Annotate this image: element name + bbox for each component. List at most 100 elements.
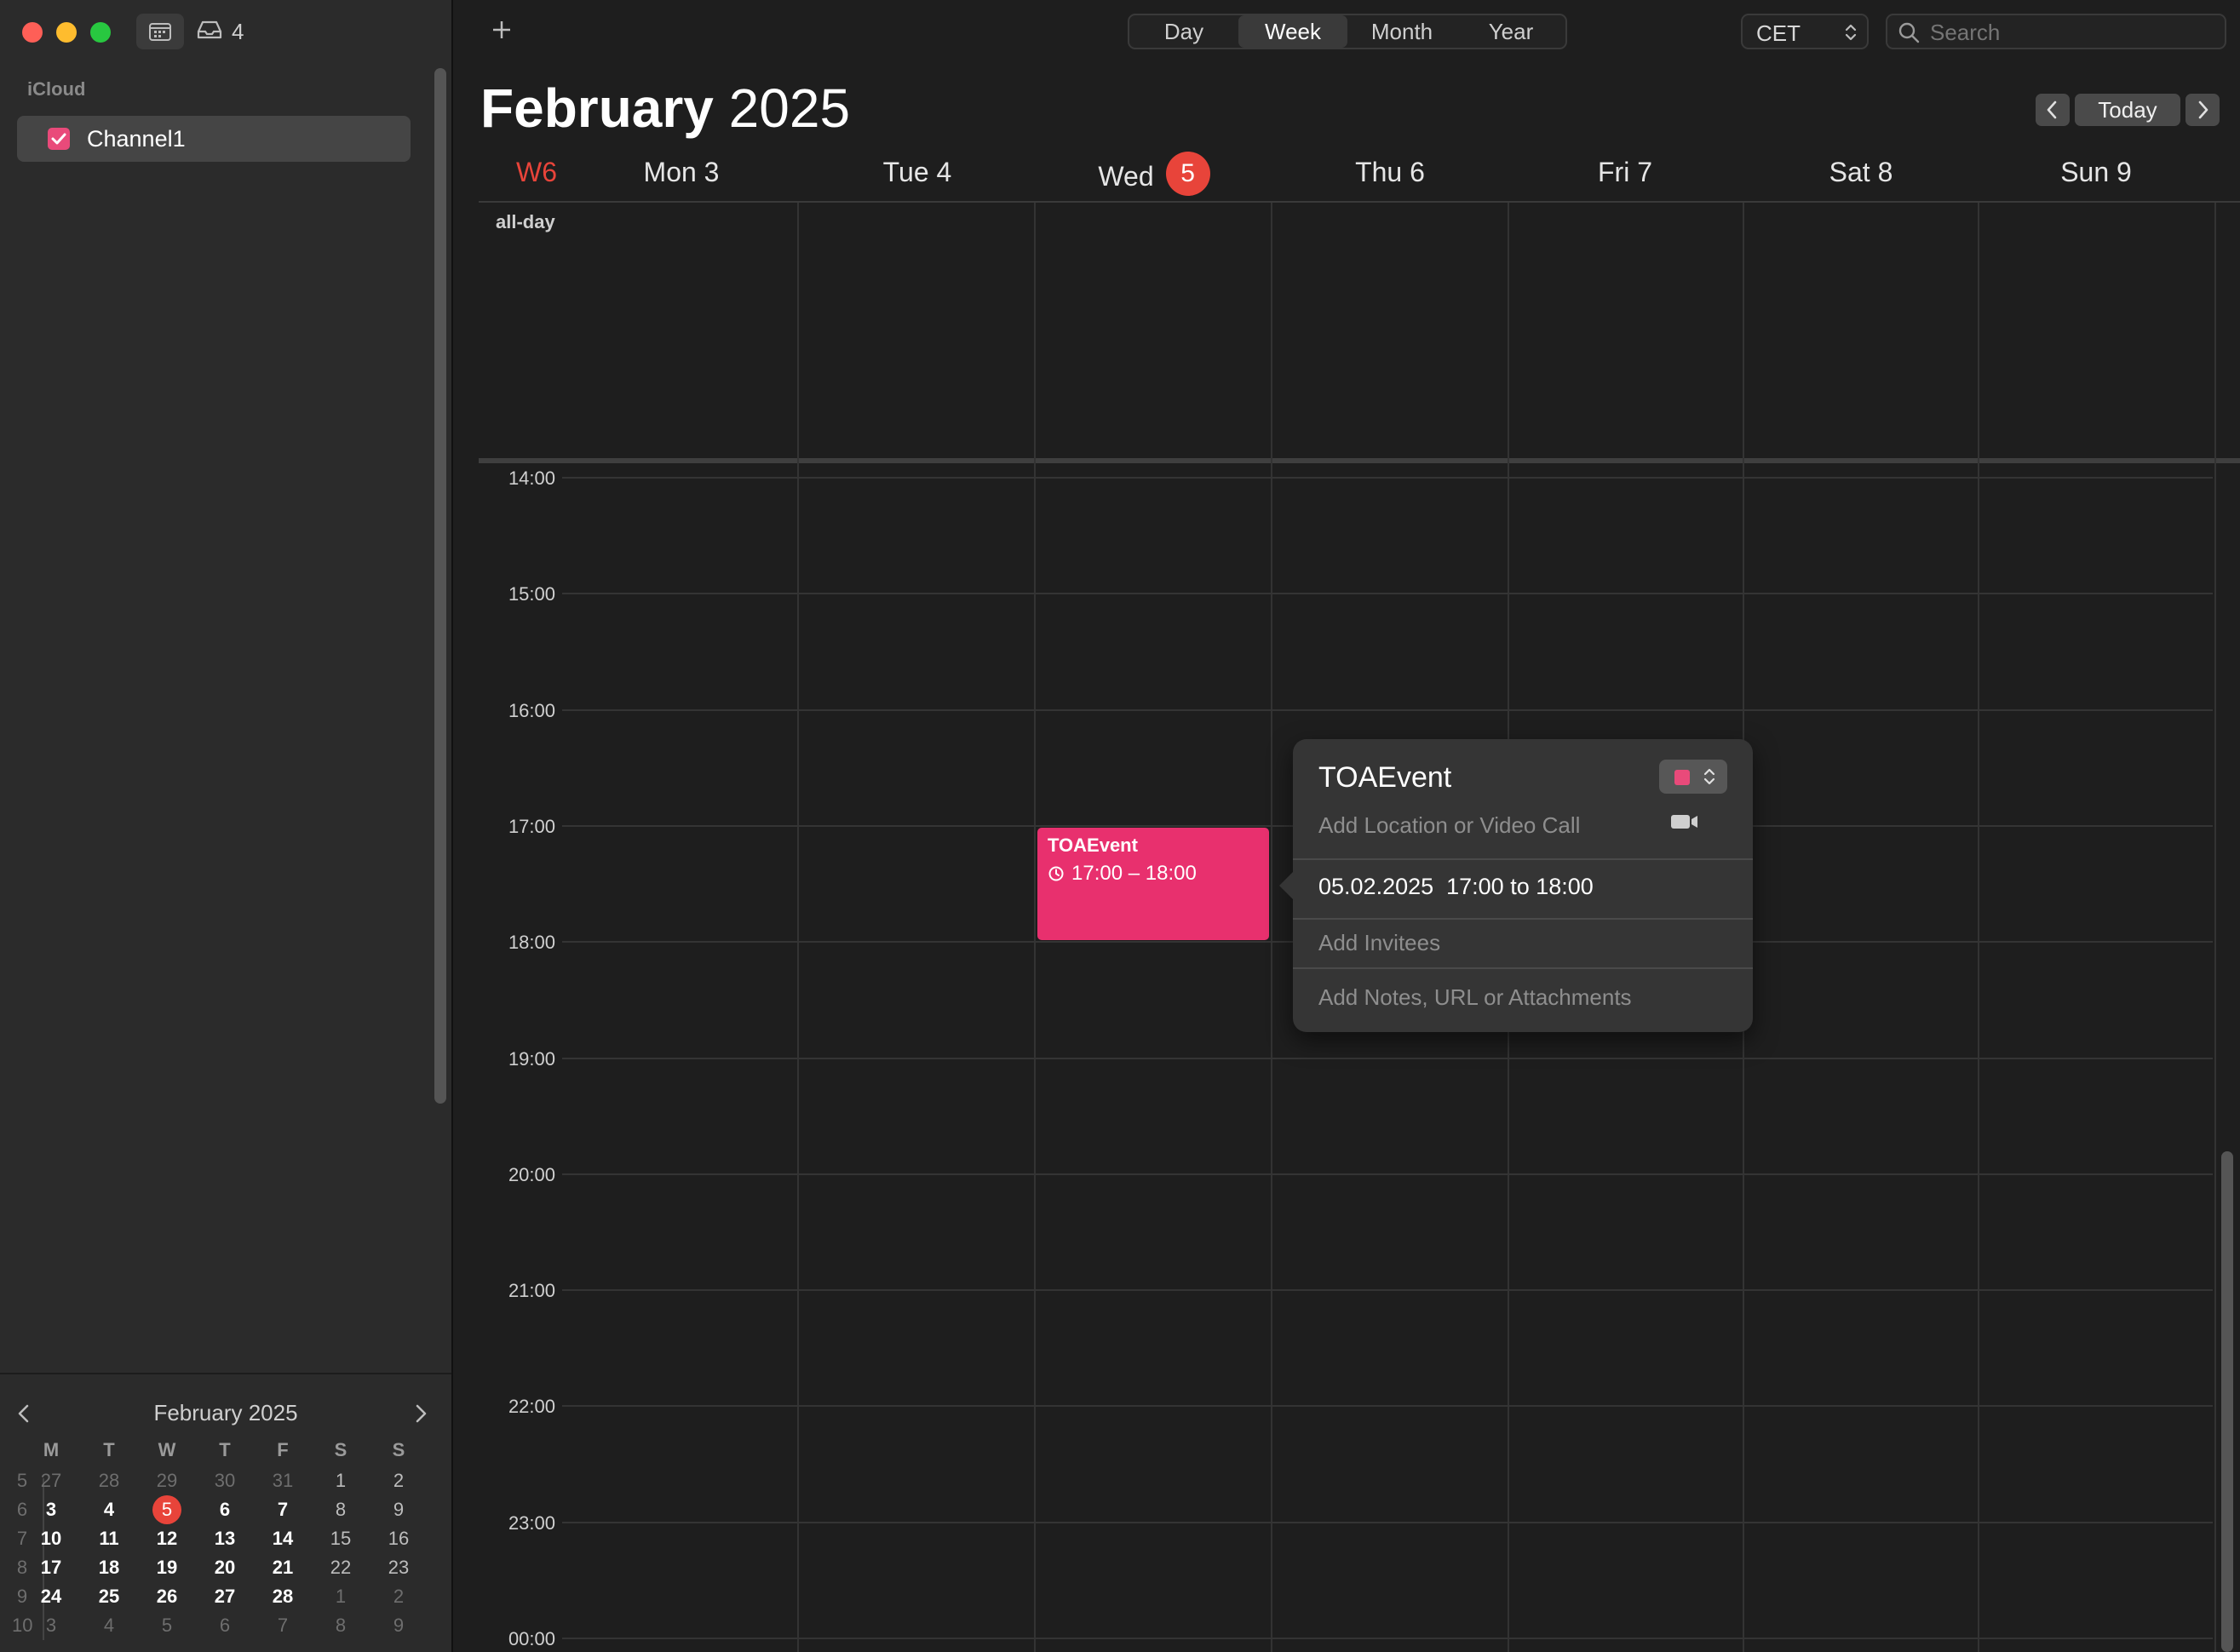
- day-header-mon[interactable]: Mon 3: [592, 157, 771, 188]
- mini-day-cell[interactable]: 18: [89, 1557, 129, 1579]
- invitees-field[interactable]: Add Invitees: [1318, 930, 1440, 956]
- time-label: 18:00: [508, 932, 555, 953]
- day-header-wed[interactable]: Wed 5: [1048, 152, 1261, 196]
- day-header-tue[interactable]: Tue 4: [828, 157, 1007, 188]
- mini-day-cell[interactable]: 11: [89, 1528, 129, 1550]
- mini-day-cell[interactable]: 7: [262, 1499, 303, 1521]
- search-field[interactable]: [1886, 14, 2226, 49]
- mini-day-cell[interactable]: 9: [378, 1499, 419, 1521]
- mini-calendar-next-button[interactable]: [409, 1402, 433, 1425]
- calendar-list-icon[interactable]: [136, 14, 184, 49]
- mini-week-number: 8: [16, 1557, 28, 1578]
- mini-day-cell[interactable]: 22: [320, 1557, 361, 1579]
- timezone-select[interactable]: CET: [1741, 14, 1869, 49]
- mini-day-cell[interactable]: 8: [320, 1499, 361, 1521]
- mini-day-cell[interactable]: 5: [146, 1615, 187, 1637]
- mini-weekday-header: T: [219, 1439, 231, 1460]
- mini-day-cell[interactable]: 3: [31, 1615, 72, 1637]
- calendar-checkbox[interactable]: [48, 128, 70, 150]
- prev-week-button[interactable]: [2036, 94, 2070, 126]
- day-header-sat[interactable]: Sat 8: [1772, 157, 1950, 188]
- mini-day-cell[interactable]: 17: [31, 1557, 72, 1579]
- next-week-button[interactable]: [2185, 94, 2220, 126]
- time-label: 16:00: [508, 700, 555, 721]
- tab-month[interactable]: Month: [1347, 15, 1456, 48]
- mini-day-cell[interactable]: 31: [262, 1470, 303, 1492]
- popover-divider: [1293, 858, 1753, 860]
- tab-week[interactable]: Week: [1238, 15, 1347, 48]
- today-badge: 5: [1165, 152, 1210, 196]
- mini-day-cell[interactable]: 21: [262, 1557, 303, 1579]
- title-year: 2025: [728, 77, 851, 139]
- mini-day-cell[interactable]: 12: [146, 1528, 187, 1550]
- hour-gridline: [562, 709, 2213, 711]
- mini-day-cell[interactable]: 14: [262, 1528, 303, 1550]
- mini-day-cell[interactable]: 27: [31, 1470, 72, 1492]
- day-header-fri[interactable]: Fri 7: [1536, 157, 1714, 188]
- mini-day-cell[interactable]: 4: [89, 1499, 129, 1521]
- search-input[interactable]: [1928, 19, 2213, 46]
- mini-day-cell[interactable]: 23: [378, 1557, 419, 1579]
- time-label: 22:00: [508, 1396, 555, 1417]
- mini-day-cell[interactable]: 6: [204, 1615, 245, 1637]
- mini-day-cell[interactable]: 28: [89, 1470, 129, 1492]
- day-header-sun[interactable]: Sun 9: [2007, 157, 2185, 188]
- time-label: 19:00: [508, 1048, 555, 1070]
- tab-day[interactable]: Day: [1129, 15, 1238, 48]
- mini-day-cell[interactable]: 27: [204, 1586, 245, 1608]
- popover-arrow: [1279, 870, 1295, 901]
- inbox-icon: [196, 20, 223, 44]
- mini-day-cell[interactable]: 28: [262, 1586, 303, 1608]
- mini-weekday-header: W: [158, 1439, 176, 1460]
- today-button[interactable]: Today: [2075, 94, 2180, 126]
- mini-day-cell[interactable]: 29: [146, 1470, 187, 1492]
- popover-title[interactable]: TOAEvent: [1318, 761, 1451, 794]
- mini-day-cell[interactable]: 26: [146, 1586, 187, 1608]
- mini-day-cell[interactable]: 16: [378, 1528, 419, 1550]
- mini-day-cell[interactable]: 5: [146, 1495, 187, 1524]
- mini-day-cell[interactable]: 2: [378, 1470, 419, 1492]
- hour-gridline: [562, 593, 2213, 594]
- mini-calendar-divider: [0, 1373, 451, 1374]
- mini-day-cell[interactable]: 1: [320, 1586, 361, 1608]
- event-title: TOAEvent: [1048, 835, 1138, 856]
- event-datetime[interactable]: 05.02.2025 17:00 to 18:00: [1318, 874, 1594, 900]
- day-header-thu[interactable]: Thu 6: [1301, 157, 1479, 188]
- mini-day-cell[interactable]: 13: [204, 1528, 245, 1550]
- mini-weekday-header: T: [103, 1439, 115, 1460]
- mini-day-cell[interactable]: 19: [146, 1557, 187, 1579]
- mini-day-cell[interactable]: 6: [204, 1499, 245, 1521]
- main-scrollbar[interactable]: [2221, 1151, 2233, 1652]
- sidebar-scrollbar[interactable]: [434, 68, 446, 1104]
- mini-day-cell[interactable]: 15: [320, 1528, 361, 1550]
- notes-field[interactable]: Add Notes, URL or Attachments: [1318, 984, 1632, 1011]
- video-camera-icon[interactable]: [1669, 811, 1700, 833]
- mini-day-cell[interactable]: 25: [89, 1586, 129, 1608]
- close-window-button[interactable]: [22, 22, 43, 43]
- add-event-button[interactable]: [487, 15, 516, 44]
- mini-day-cell[interactable]: 9: [378, 1615, 419, 1637]
- mini-calendar-prev-button[interactable]: [12, 1402, 36, 1425]
- inbox-button[interactable]: 4: [196, 15, 256, 48]
- mini-day-cell[interactable]: 4: [89, 1615, 129, 1637]
- time-label: 17:00: [508, 816, 555, 837]
- mini-day-cell[interactable]: 20: [204, 1557, 245, 1579]
- location-field[interactable]: Add Location or Video Call: [1318, 812, 1580, 839]
- mini-day-cell[interactable]: 24: [31, 1586, 72, 1608]
- mini-day-cell[interactable]: 2: [378, 1586, 419, 1608]
- calendar-item-channel1[interactable]: Channel1: [17, 116, 411, 162]
- mini-day-cell[interactable]: 30: [204, 1470, 245, 1492]
- chevron-updown-icon: [1703, 768, 1715, 785]
- tab-year[interactable]: Year: [1456, 15, 1565, 48]
- mini-day-cell[interactable]: 7: [262, 1615, 303, 1637]
- calendar-color-select[interactable]: [1659, 760, 1727, 794]
- mini-day-cell[interactable]: 10: [31, 1528, 72, 1550]
- mini-day-cell[interactable]: 1: [320, 1470, 361, 1492]
- day-column-divider: [1978, 203, 1979, 1652]
- mini-day-cell[interactable]: 3: [31, 1499, 72, 1521]
- minimize-window-button[interactable]: [56, 22, 77, 43]
- event-block[interactable]: TOAEvent 17:00 – 18:00: [1037, 828, 1269, 940]
- zoom-window-button[interactable]: [90, 22, 111, 43]
- chevron-right-icon: [2198, 100, 2208, 119]
- mini-day-cell[interactable]: 8: [320, 1615, 361, 1637]
